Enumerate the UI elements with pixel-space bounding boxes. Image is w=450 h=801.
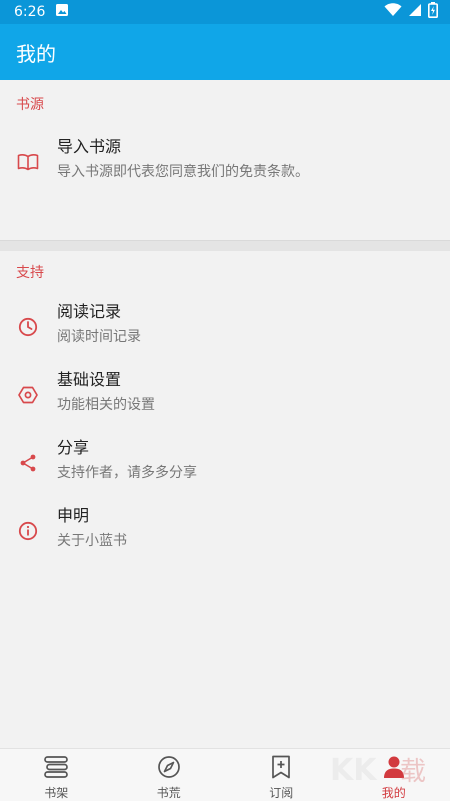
item-subtitle: 关于小蓝书 — [57, 531, 127, 551]
item-title: 导入书源 — [57, 136, 309, 158]
wifi-icon — [384, 3, 402, 21]
item-subtitle: 导入书源即代表您同意我们的免责条款。 — [57, 162, 309, 182]
compass-icon — [157, 755, 181, 782]
share-icon — [14, 449, 42, 477]
nav-label: 书荒 — [157, 784, 181, 801]
list-item-statement[interactable]: 申明 关于小蓝书 — [0, 497, 450, 565]
bookmark-add-icon — [270, 755, 292, 782]
clock-icon — [14, 313, 42, 341]
app-bar: 我的 — [0, 24, 450, 80]
page-title: 我的 — [16, 38, 56, 67]
nav-label: 订阅 — [269, 784, 293, 801]
book-open-icon — [14, 148, 42, 176]
nav-tab-bookshelf[interactable]: 书架 — [0, 749, 113, 801]
item-subtitle: 支持作者，请多多分享 — [57, 463, 197, 483]
section-header-support: 支持 — [0, 251, 450, 293]
status-bar: 6:26 — [0, 0, 450, 24]
person-icon — [382, 755, 406, 782]
section-divider — [0, 240, 450, 251]
item-subtitle: 阅读时间记录 — [57, 327, 141, 347]
item-title: 申明 — [57, 505, 127, 527]
item-title: 阅读记录 — [57, 301, 141, 323]
item-title: 分享 — [57, 437, 197, 459]
section-header-book-source: 书源 — [0, 80, 450, 128]
list-item-import-source[interactable]: 导入书源 导入书源即代表您同意我们的免责条款。 — [0, 128, 450, 196]
nav-tab-book-shortage[interactable]: 书荒 — [113, 749, 226, 801]
list-item-basic-settings[interactable]: 基础设置 功能相关的设置 — [0, 361, 450, 429]
nav-tab-subscribe[interactable]: 订阅 — [225, 749, 338, 801]
image-notification-icon — [55, 3, 69, 21]
item-title: 基础设置 — [57, 369, 155, 391]
battery-icon — [428, 2, 438, 22]
settings-list: 书源 导入书源 导入书源即代表您同意我们的免责条款。 支持 阅读记录 阅读时间记… — [0, 80, 450, 748]
item-subtitle: 功能相关的设置 — [57, 395, 155, 415]
bookshelf-icon — [43, 755, 69, 782]
settings-hexagon-icon — [14, 381, 42, 409]
signal-icon — [408, 3, 422, 21]
bottom-navigation: 书架 书荒 订阅 我的 — [0, 748, 450, 801]
nav-label: 我的 — [382, 784, 406, 801]
info-icon — [14, 517, 42, 545]
nav-tab-mine[interactable]: 我的 — [338, 749, 450, 801]
status-time: 6:26 — [14, 4, 45, 20]
list-item-reading-history[interactable]: 阅读记录 阅读时间记录 — [0, 293, 450, 361]
nav-label: 书架 — [44, 784, 68, 801]
list-item-share[interactable]: 分享 支持作者，请多多分享 — [0, 429, 450, 497]
